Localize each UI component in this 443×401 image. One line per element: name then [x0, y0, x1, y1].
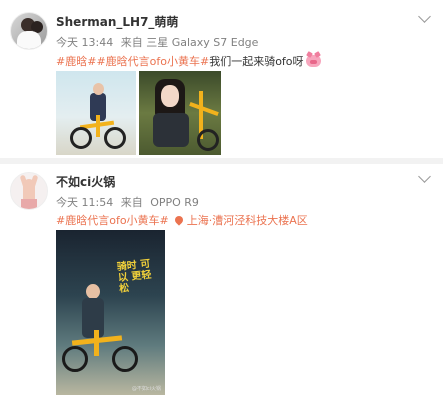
bike-wheel: [62, 346, 88, 372]
person-figure: [93, 83, 104, 95]
chevron-down-icon[interactable]: [418, 170, 431, 183]
topic-link[interactable]: #鹿晗代言ofo小黄车#: [56, 214, 169, 227]
person-figure: [86, 284, 100, 299]
source-prefix: 来自: [120, 196, 143, 209]
person-figure: [161, 85, 179, 107]
location-pin-icon: [173, 214, 185, 226]
post-meta: 今天 13:44 来自 三星 Galaxy S7 Edge: [56, 34, 258, 50]
pig-emoji-icon: [305, 55, 321, 67]
image-watermark: @不如ci火锅: [131, 386, 161, 392]
person-figure: [153, 113, 189, 147]
post-meta: 今天 11:54 来自 OPPO R9: [56, 194, 199, 210]
username[interactable]: Sherman_LH7_萌萌: [56, 13, 178, 30]
bike-frame: [96, 115, 100, 137]
post-image[interactable]: 骑时 可以 更轻松 @不如ci火锅: [56, 230, 165, 395]
post-time[interactable]: 今天 13:44: [56, 36, 113, 49]
post-image[interactable]: [56, 71, 136, 155]
post-content: #鹿晗##鹿晗代言ofo小黄车#我们一起来骑ofo呀: [56, 53, 321, 69]
device-source: 三星 Galaxy S7 Edge: [146, 36, 259, 49]
weibo-post: 不如ci火锅 今天 11:54 来自 OPPO R9 #鹿晗代言ofo小黄车# 上…: [0, 164, 443, 401]
post-content: #鹿晗代言ofo小黄车# 上海·漕河泾科技大楼A区: [56, 212, 308, 228]
source-prefix: 来自: [120, 36, 143, 49]
chevron-down-icon[interactable]: [418, 10, 431, 23]
avatar-figure: [21, 199, 37, 209]
avatar-figure: [17, 31, 41, 49]
location-link[interactable]: 上海·漕河泾科技大楼A区: [187, 214, 308, 227]
avatar[interactable]: [10, 12, 48, 50]
post-time[interactable]: 今天 11:54: [56, 196, 113, 209]
topic-link[interactable]: #鹿晗代言ofo小黄车#: [96, 55, 209, 68]
bike-wheel: [197, 129, 219, 151]
avatar[interactable]: [10, 172, 48, 210]
post-image[interactable]: [139, 71, 221, 155]
bike-wheel: [70, 127, 92, 149]
person-figure: [82, 298, 104, 338]
bike-frame: [94, 330, 99, 356]
bike-wheel: [104, 127, 126, 149]
topic-link[interactable]: #鹿晗#: [56, 55, 96, 68]
weibo-post: Sherman_LH7_萌萌 今天 13:44 来自 三星 Galaxy S7 …: [0, 0, 443, 160]
bike-frame: [189, 101, 219, 117]
post-text: 我们一起来骑ofo呀: [209, 55, 304, 68]
username[interactable]: 不如ci火锅: [56, 173, 115, 190]
poster-text: 骑时 可以 更轻松: [116, 258, 152, 296]
bike-wheel: [112, 346, 138, 372]
device-source: OPPO R9: [150, 196, 199, 209]
